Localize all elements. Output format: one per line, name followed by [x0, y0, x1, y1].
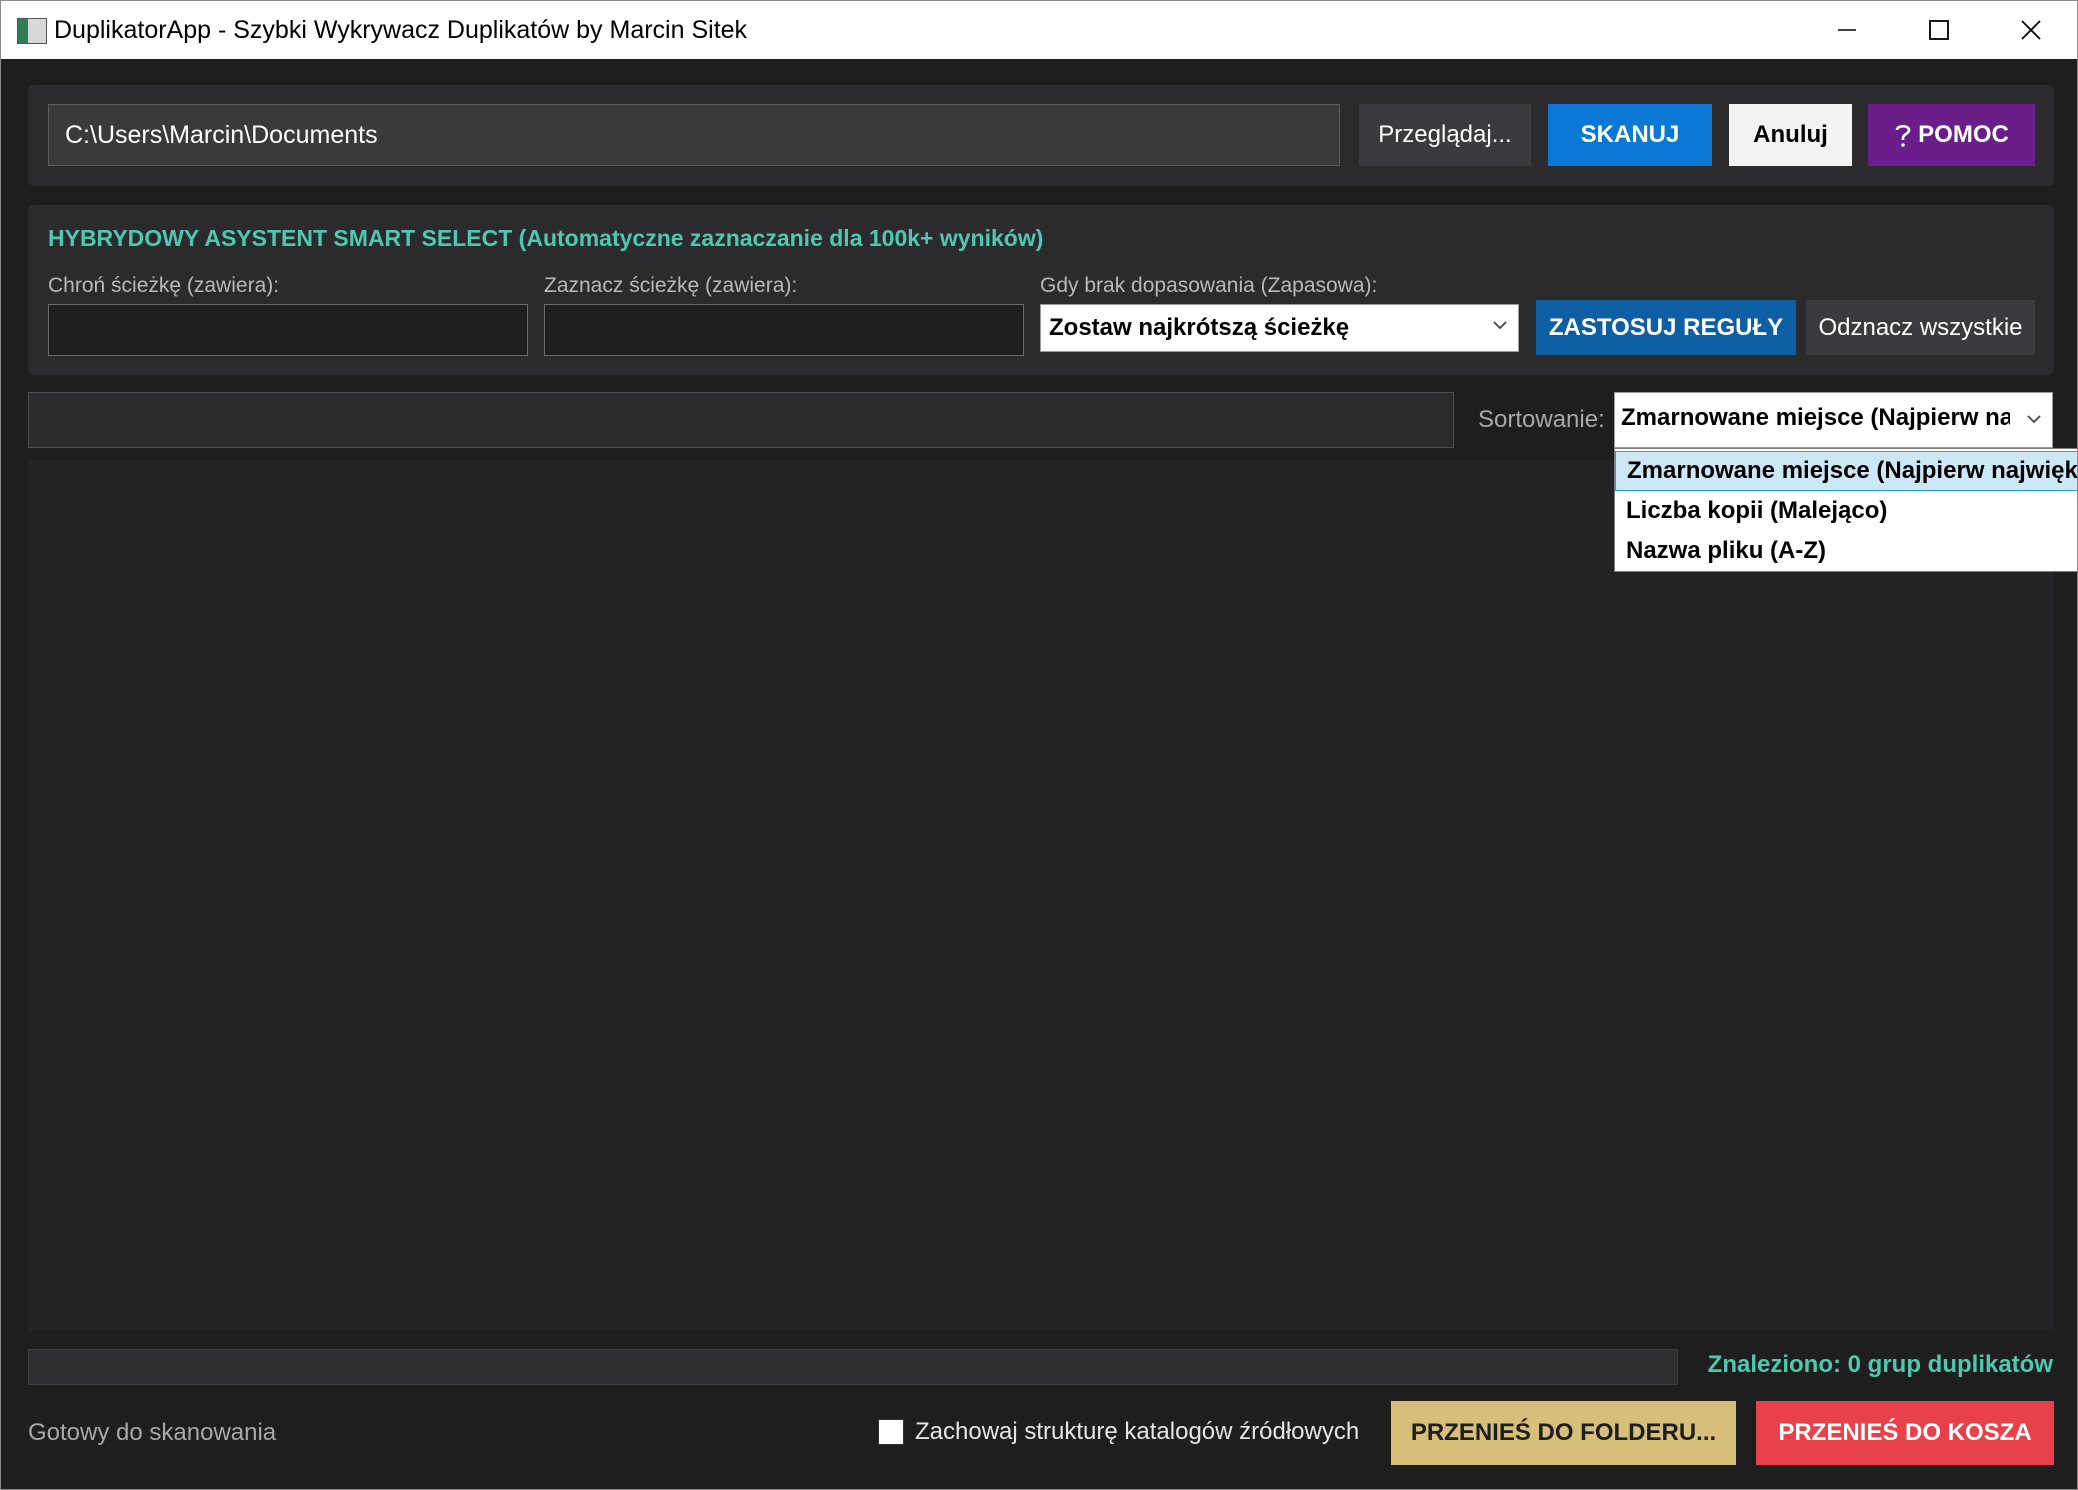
help-button[interactable]: POMOC	[1868, 104, 2035, 166]
keep-structure-label: Zachowaj strukturę katalogów źródłowych	[915, 1418, 1360, 1445]
fallback-select-value: Zostaw najkrótszą ścieżkę	[1049, 314, 1350, 341]
fallback-select[interactable]: Zostaw najkrótszą ścieżkę	[1040, 304, 1519, 352]
close-button[interactable]	[1985, 1, 2077, 59]
status-text: Gotowy do skanowania	[28, 1419, 277, 1446]
fallback-label: Gdy brak dopasowania (Zapasowa):	[1040, 274, 1378, 297]
sort-select-arrow-area	[2010, 393, 2052, 447]
cancel-button[interactable]: Anuluj	[1729, 104, 1852, 166]
sort-option[interactable]: Nazwa pliku (A-Z)	[1615, 531, 2077, 571]
maximize-icon	[1929, 20, 1949, 40]
help-label: POMOC	[1918, 121, 2009, 148]
chevron-down-icon	[2027, 415, 2041, 424]
mark-path-label: Zaznacz ścieżkę (zawiera):	[544, 274, 798, 297]
protect-path-input[interactable]	[48, 304, 528, 356]
keep-structure-checkbox[interactable]	[878, 1419, 904, 1445]
found-count: Znaleziono: 0 grup duplikatów	[1707, 1351, 2053, 1378]
smart-select-title: HYBRYDOWY ASYSTENT SMART SELECT (Automat…	[48, 225, 1044, 251]
sort-option[interactable]: Liczba kopii (Malejąco)	[1615, 491, 2077, 531]
chevron-down-icon	[1493, 321, 1507, 330]
close-icon	[2021, 20, 2041, 40]
minimize-button[interactable]	[1801, 1, 1893, 59]
move-to-trash-button[interactable]: PRZENIEŚ DO KOSZA	[1756, 1401, 2054, 1465]
app-window: DuplikatorApp - Szybki Wykrywacz Duplika…	[0, 0, 2078, 1490]
progress-bar	[28, 1349, 1678, 1385]
sort-label: Sortowanie:	[1478, 406, 1605, 433]
deselect-all-button[interactable]: Odznacz wszystkie	[1806, 300, 2035, 355]
sort-select[interactable]: Zmarnowane miejsce (Najpierw największe)	[1614, 392, 2053, 448]
browse-button[interactable]: Przeglądaj...	[1359, 104, 1531, 166]
question-icon	[1895, 124, 1911, 147]
mark-path-input[interactable]	[544, 304, 1024, 356]
sort-option[interactable]: Zmarnowane miejsce (Najpierw największe)	[1615, 451, 2077, 491]
protect-path-label: Chroń ścieżkę (zawiera):	[48, 274, 280, 297]
sort-select-value: Zmarnowane miejsce (Najpierw największe)	[1621, 404, 2052, 431]
minimize-icon	[1838, 29, 1856, 31]
move-to-folder-button[interactable]: PRZENIEŚ DO FOLDERU...	[1391, 1401, 1736, 1465]
maximize-button[interactable]	[1893, 1, 1985, 59]
results-list[interactable]	[28, 460, 2054, 1331]
path-input[interactable]: C:\Users\Marcin\Documents	[48, 104, 1340, 166]
app-icon	[17, 18, 47, 44]
window-title: DuplikatorApp - Szybki Wykrywacz Duplika…	[54, 16, 748, 44]
apply-rules-button[interactable]: ZASTOSUJ REGUŁY	[1536, 300, 1796, 355]
title-bar: DuplikatorApp - Szybki Wykrywacz Duplika…	[1, 1, 2077, 59]
scan-button[interactable]: SKANUJ	[1548, 104, 1712, 166]
sort-dropdown-list: Zmarnowane miejsce (Najpierw największe)…	[1614, 448, 2077, 572]
filter-input[interactable]	[28, 392, 1454, 448]
